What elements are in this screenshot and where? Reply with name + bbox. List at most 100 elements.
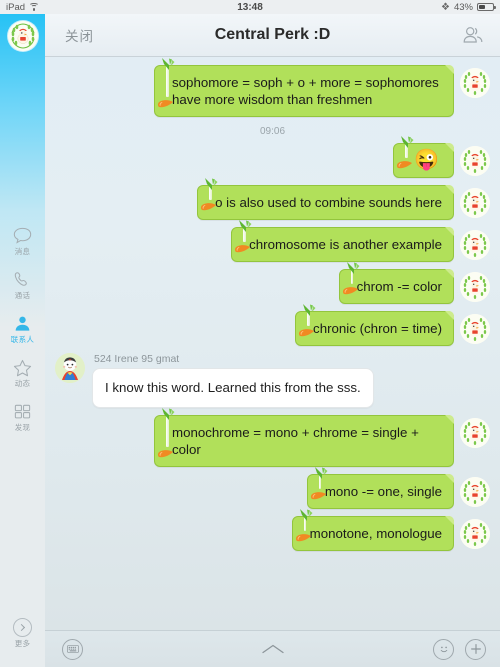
keyboard-icon bbox=[66, 645, 79, 653]
status-bar-right: ❖ 43% bbox=[441, 1, 496, 13]
message-row: o is also used to combine sounds here bbox=[45, 178, 500, 220]
message-timestamp: 09:06 bbox=[259, 126, 286, 137]
bluetooth-icon: ❖ bbox=[441, 1, 450, 13]
avatar-chicken-wreath-icon bbox=[460, 68, 490, 98]
sidebar-item-label: 动态 bbox=[14, 378, 31, 388]
avatar[interactable] bbox=[460, 68, 490, 98]
message-row: mono -= one, single bbox=[45, 467, 500, 509]
avatar[interactable] bbox=[460, 188, 490, 218]
message-text: monotone, monologue bbox=[309, 526, 442, 541]
sidebar-item-discover[interactable]: 发现 bbox=[0, 402, 45, 433]
message-row: chronic (chron = time) bbox=[45, 304, 500, 346]
phone-icon bbox=[12, 270, 33, 289]
speech-bubble-icon bbox=[12, 226, 33, 245]
sidebar-item-messages[interactable]: 消息 bbox=[0, 226, 45, 257]
message-bubble-outgoing[interactable]: sophomore = soph + o + more = sophomores… bbox=[154, 58, 454, 117]
message-sender-name: 524 Irene 95 gmat bbox=[94, 353, 180, 365]
message-bubble-wrap: o is also used to combine sounds here bbox=[197, 178, 454, 220]
message-row: 😜 bbox=[45, 136, 500, 178]
avatar-chicken-wreath-icon bbox=[7, 21, 38, 51]
sidebar-item-label: 联系人 bbox=[10, 334, 35, 344]
page-title: Central Perk :D bbox=[214, 26, 331, 43]
sidebar-item-moments[interactable]: 动态 bbox=[0, 358, 45, 389]
avatar-chicken-wreath-icon bbox=[460, 230, 490, 260]
add-attachment-button[interactable] bbox=[465, 638, 486, 660]
sidebar-item-label: 消息 bbox=[14, 246, 31, 256]
left-sidebar: 消息 通话 联系人 动态 发现 更多 bbox=[0, 14, 45, 667]
message-bubble-wrap: chronic (chron = time) bbox=[295, 304, 454, 346]
grid-icon bbox=[12, 402, 33, 421]
message-text: mono -= one, single bbox=[324, 484, 442, 499]
avatar[interactable] bbox=[460, 314, 490, 344]
avatar[interactable] bbox=[460, 418, 490, 448]
sidebar-item-contacts[interactable]: 联系人 bbox=[0, 314, 45, 345]
chat-header: 关闭 Central Perk :D bbox=[45, 14, 500, 57]
message-bubble-wrap: chrom -= color bbox=[338, 262, 455, 304]
star-icon bbox=[12, 358, 33, 377]
message-bubble-outgoing[interactable]: chromosome is another example bbox=[231, 220, 454, 262]
message-bubble-incoming[interactable]: I know this word. Learned this from the … bbox=[92, 368, 374, 408]
smiley-face-icon bbox=[440, 646, 447, 653]
group-members-icon[interactable] bbox=[460, 24, 486, 46]
battery-percent-label: 43% bbox=[453, 1, 473, 13]
message-bubble-outgoing[interactable]: monotone, monologue bbox=[291, 509, 455, 551]
message-text: I know this word. Learned this from the … bbox=[105, 380, 361, 395]
chat-app-window: iPad 13:48 ❖ 43% 消息 通话 联系人 动态 发现 更多 关闭 C… bbox=[0, 0, 500, 667]
avatar-superhero-icon bbox=[55, 353, 85, 383]
emoji-button[interactable] bbox=[433, 638, 454, 660]
message-text: monochrome = mono + chrome = single + co… bbox=[172, 425, 419, 457]
avatar[interactable] bbox=[460, 272, 490, 302]
message-bubble-wrap: monochrome = mono + chrome = single + co… bbox=[154, 408, 454, 467]
avatar-chicken-wreath-icon bbox=[460, 272, 490, 302]
message-bubble-outgoing[interactable]: o is also used to combine sounds here bbox=[197, 178, 454, 220]
message-bubble-wrap: 😜 bbox=[393, 136, 454, 178]
battery-icon bbox=[477, 3, 496, 11]
status-bar-clock: 13:48 bbox=[237, 1, 263, 13]
avatar[interactable] bbox=[460, 477, 490, 507]
avatar[interactable] bbox=[460, 519, 490, 549]
sidebar-item-calls[interactable]: 通话 bbox=[0, 270, 45, 301]
message-row: 524 Irene 95 gmat I know this word. Lear… bbox=[45, 353, 500, 408]
sidebar-item-more[interactable]: 更多 bbox=[0, 618, 45, 649]
sidebar-user-avatar[interactable] bbox=[7, 21, 38, 51]
message-bubble-wrap: sophomore = soph + o + more = sophomores… bbox=[154, 58, 454, 117]
plus-icon bbox=[470, 644, 481, 654]
avatar[interactable] bbox=[460, 146, 490, 176]
close-button[interactable]: 关闭 bbox=[65, 25, 94, 45]
chat-message-list[interactable]: sophomore = soph + o + more = sophomores… bbox=[45, 57, 500, 630]
message-text: chromosome is another example bbox=[249, 237, 442, 252]
person-icon bbox=[12, 314, 33, 333]
message-row: chrom -= color bbox=[45, 262, 500, 304]
chevron-up-icon[interactable] bbox=[261, 644, 284, 654]
status-bar: iPad 13:48 ❖ 43% bbox=[0, 0, 500, 14]
avatar[interactable] bbox=[55, 353, 85, 383]
message-text: o is also used to combine sounds here bbox=[215, 195, 442, 210]
message-bubble-outgoing[interactable]: mono -= one, single bbox=[306, 467, 455, 509]
message-bubble-outgoing[interactable]: chrom -= color bbox=[338, 262, 455, 304]
avatar-chicken-wreath-icon bbox=[460, 418, 490, 448]
avatar-chicken-wreath-icon bbox=[460, 146, 490, 176]
message-bubble-outgoing[interactable]: monochrome = mono + chrome = single + co… bbox=[154, 408, 454, 467]
message-emoji: 😜 bbox=[414, 149, 439, 171]
message-incoming-column: 524 Irene 95 gmat I know this word. Lear… bbox=[92, 353, 374, 408]
avatar-chicken-wreath-icon bbox=[460, 519, 490, 549]
chevron-right-circle-icon bbox=[13, 618, 32, 637]
message-bubble-wrap: mono -= one, single bbox=[306, 467, 455, 509]
message-row: sophomore = soph + o + more = sophomores… bbox=[45, 58, 500, 117]
message-row: monochrome = mono + chrome = single + co… bbox=[45, 408, 500, 467]
keyboard-button[interactable] bbox=[62, 638, 83, 660]
avatar[interactable] bbox=[460, 230, 490, 260]
message-bubble-outgoing[interactable]: 😜 bbox=[393, 136, 454, 178]
message-text: sophomore = soph + o + more = sophomores… bbox=[172, 75, 439, 107]
message-bubble-outgoing[interactable]: chronic (chron = time) bbox=[295, 304, 454, 346]
sidebar-more-label: 更多 bbox=[14, 639, 31, 648]
message-row: monotone, monologue bbox=[45, 509, 500, 551]
message-bubble-wrap: chromosome is another example bbox=[231, 220, 454, 262]
chat-input-toolbar bbox=[45, 630, 500, 667]
sidebar-nav: 消息 通话 联系人 动态 发现 bbox=[0, 226, 45, 493]
message-bubble-wrap: monotone, monologue bbox=[291, 509, 455, 551]
avatar-chicken-wreath-icon bbox=[460, 477, 490, 507]
sidebar-item-label: 发现 bbox=[14, 422, 31, 432]
avatar-chicken-wreath-icon bbox=[460, 188, 490, 218]
message-row: chromosome is another example bbox=[45, 220, 500, 262]
